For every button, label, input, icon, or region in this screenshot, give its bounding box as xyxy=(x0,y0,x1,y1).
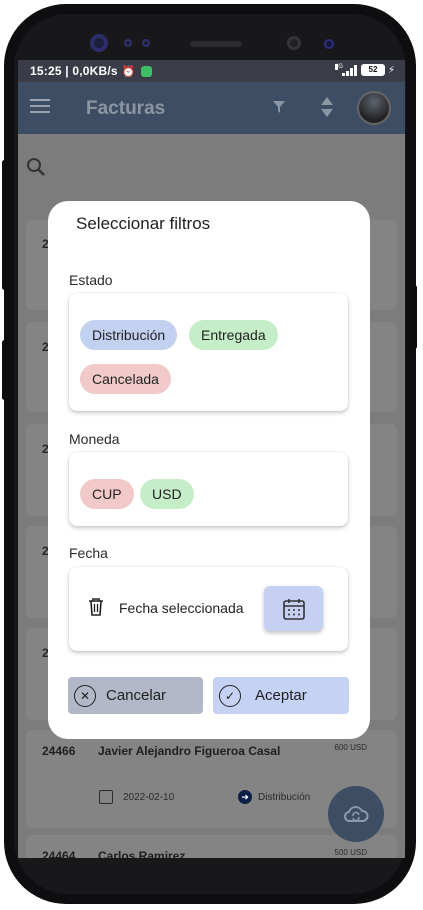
sort-icon[interactable] xyxy=(320,96,334,118)
cloud-sync-icon xyxy=(343,806,369,822)
trash-icon[interactable] xyxy=(88,598,104,616)
signal-icon: 4G xyxy=(334,63,358,76)
moneda-panel: CUP USD xyxy=(69,452,348,526)
estado-panel: Distribución Entregada Cancelada xyxy=(69,293,348,411)
filter-icon[interactable] xyxy=(272,100,286,114)
bixby-button xyxy=(2,340,7,400)
sensor-dot xyxy=(142,39,150,47)
proximity-sensor xyxy=(324,39,334,49)
chip-cup[interactable]: CUP xyxy=(80,479,134,509)
fecha-panel: Fecha seleccionada xyxy=(69,567,348,651)
sensor-dot xyxy=(124,39,132,47)
menu-icon[interactable] xyxy=(30,99,50,113)
phone-screen: 15:25 | 0,0KB/s ⏰ 4G 52 ⚡ Facturas 24466… xyxy=(18,60,405,858)
invoice-client: Javier Alejandro Figueroa Casal xyxy=(98,744,281,758)
invoice-id: 24466 xyxy=(42,744,76,758)
search-icon[interactable] xyxy=(26,157,46,177)
estado-label: Estado xyxy=(69,272,113,288)
chip-distribucion[interactable]: Distribución xyxy=(80,320,178,350)
invoice-client: Carlos Ramirez xyxy=(98,849,186,858)
accept-button[interactable]: ✓ Aceptar xyxy=(213,677,349,714)
fecha-selected-text: Fecha seleccionada xyxy=(119,600,244,616)
status-right: 4G 52 ⚡ xyxy=(334,63,395,76)
network-type: 4G xyxy=(334,63,343,70)
app-title: Facturas xyxy=(86,98,166,119)
power-button xyxy=(412,285,417,349)
calendar-button[interactable] xyxy=(264,586,323,631)
notification-app-icon xyxy=(141,65,153,77)
invoice-status: Distribución xyxy=(258,792,311,803)
chip-cancelada[interactable]: Cancelada xyxy=(80,364,171,394)
cancel-label: Cancelar xyxy=(106,687,167,704)
calendar-icon xyxy=(282,598,305,620)
charging-icon: ⚡ xyxy=(387,64,395,76)
dialog-title: Seleccionar filtros xyxy=(76,214,211,233)
status-bar: 15:25 | 0,0KB/s ⏰ 4G 52 ⚡ xyxy=(18,60,405,82)
chip-entregada[interactable]: Entregada xyxy=(189,320,278,350)
check-circle-icon: ✓ xyxy=(219,684,241,707)
accept-label: Aceptar xyxy=(255,687,307,704)
fecha-label: Fecha xyxy=(69,545,108,561)
app-bar: Facturas xyxy=(18,82,405,134)
volume-button xyxy=(2,160,7,290)
avatar[interactable] xyxy=(357,91,391,125)
earpiece-speaker xyxy=(190,41,242,47)
calendar-icon xyxy=(99,790,113,804)
invoice-id: 24464 xyxy=(42,849,76,858)
iris-scanner xyxy=(287,36,301,50)
status-time: 15:25 | 0,0KB/s xyxy=(30,64,118,78)
sync-fab[interactable] xyxy=(328,786,384,842)
close-circle-icon: ✕ xyxy=(74,684,96,707)
invoice-date: 2022-02-10 xyxy=(123,792,175,803)
front-camera xyxy=(90,34,108,52)
filter-dialog: Seleccionar filtros Estado Distribución … xyxy=(48,201,370,739)
moneda-label: Moneda xyxy=(69,431,120,447)
arrow-right-icon: ➜ xyxy=(238,790,252,804)
alarm-icon: ⏰ xyxy=(121,65,136,78)
battery-level: 52 xyxy=(360,64,385,76)
cancel-button[interactable]: ✕ Cancelar xyxy=(68,677,203,714)
chip-usd[interactable]: USD xyxy=(140,479,194,509)
invoice-amount: 500 USD xyxy=(334,848,367,857)
invoice-amount: 600 USD xyxy=(334,743,367,752)
